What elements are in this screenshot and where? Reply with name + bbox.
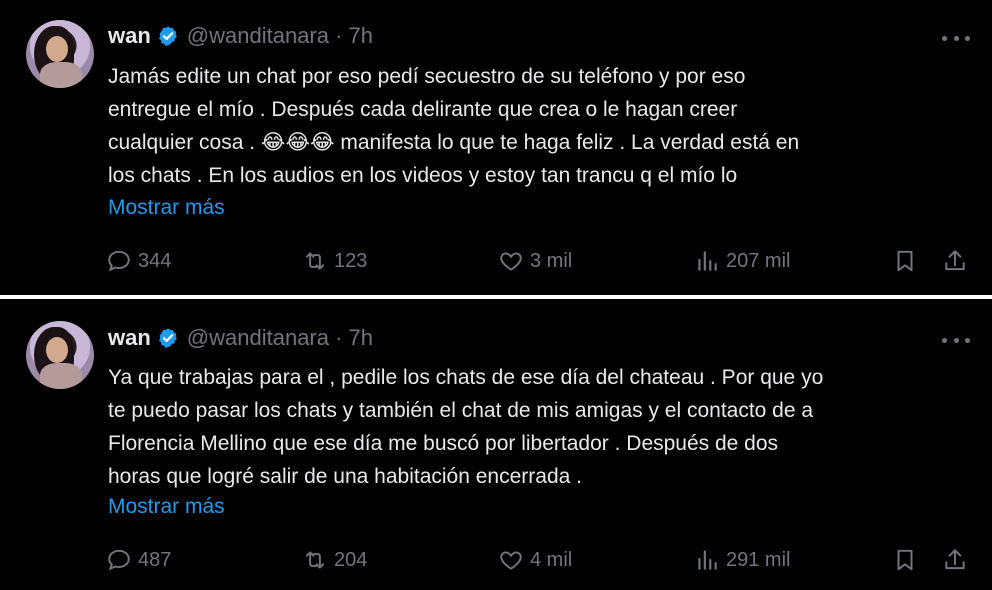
reply-button[interactable]: 344 bbox=[106, 246, 171, 276]
author-handle[interactable]: @wanditanara · 7h bbox=[187, 325, 373, 351]
tweet-header: wan @wanditanara · 7h bbox=[108, 22, 373, 50]
reply-button[interactable]: 487 bbox=[106, 545, 171, 575]
show-more-link[interactable]: Mostrar más bbox=[108, 196, 225, 220]
like-count: 3 mil bbox=[530, 249, 573, 272]
avatar[interactable] bbox=[26, 20, 94, 88]
repost-count: 123 bbox=[334, 249, 368, 272]
like-icon bbox=[500, 252, 522, 271]
views-icon bbox=[698, 251, 717, 271]
reply-icon bbox=[108, 549, 130, 571]
repost-icon bbox=[305, 551, 325, 569]
reply-count: 487 bbox=[138, 548, 172, 571]
author-handle[interactable]: @wanditanara · 7h bbox=[187, 23, 373, 49]
tweet-header: wan @wanditanara · 7h bbox=[108, 324, 373, 352]
tweet-actions: 487 204 4 mil 291 mil bbox=[106, 545, 968, 575]
more-icon[interactable] bbox=[942, 328, 970, 352]
share-icon bbox=[945, 250, 965, 271]
verified-badge-icon bbox=[157, 327, 179, 349]
avatar[interactable] bbox=[26, 321, 94, 389]
tweet-card[interactable]: wan @wanditanara · 7h Ya que trabajas pa… bbox=[0, 299, 992, 590]
views-button[interactable]: 291 mil bbox=[694, 545, 790, 575]
bookmark-icon bbox=[897, 549, 913, 571]
verified-badge-icon bbox=[157, 25, 179, 47]
views-count: 207 mil bbox=[726, 249, 791, 272]
share-button[interactable] bbox=[942, 545, 968, 575]
author-name[interactable]: wan bbox=[108, 325, 151, 351]
bookmark-icon bbox=[897, 250, 913, 272]
views-count: 291 mil bbox=[726, 548, 791, 571]
like-icon bbox=[500, 551, 522, 570]
share-button[interactable] bbox=[942, 246, 968, 276]
share-icon bbox=[945, 549, 965, 570]
reply-count: 344 bbox=[138, 249, 172, 272]
views-button[interactable]: 207 mil bbox=[694, 246, 790, 276]
like-button[interactable]: 4 mil bbox=[498, 545, 572, 575]
bookmark-button[interactable] bbox=[892, 246, 918, 276]
views-icon bbox=[698, 550, 717, 570]
reply-icon bbox=[108, 250, 130, 272]
tweet-card[interactable]: wan @wanditanara · 7h Jamás edite un cha… bbox=[0, 0, 992, 295]
tweet-text: Jamás edite un chat por eso pedí secuest… bbox=[108, 65, 800, 187]
repost-button[interactable]: 204 bbox=[302, 545, 367, 575]
tweet-actions: 344 123 3 mil 207 mil bbox=[106, 246, 968, 276]
bookmark-button[interactable] bbox=[892, 545, 918, 575]
like-count: 4 mil bbox=[530, 548, 573, 571]
repost-icon bbox=[305, 252, 325, 270]
repost-count: 204 bbox=[334, 548, 368, 571]
show-more-link[interactable]: Mostrar más bbox=[108, 495, 225, 519]
author-name[interactable]: wan bbox=[108, 23, 151, 49]
more-icon[interactable] bbox=[942, 26, 970, 50]
tweet-text: Ya que trabajas para el , pedile los cha… bbox=[108, 366, 824, 488]
like-button[interactable]: 3 mil bbox=[498, 246, 572, 276]
repost-button[interactable]: 123 bbox=[302, 246, 367, 276]
